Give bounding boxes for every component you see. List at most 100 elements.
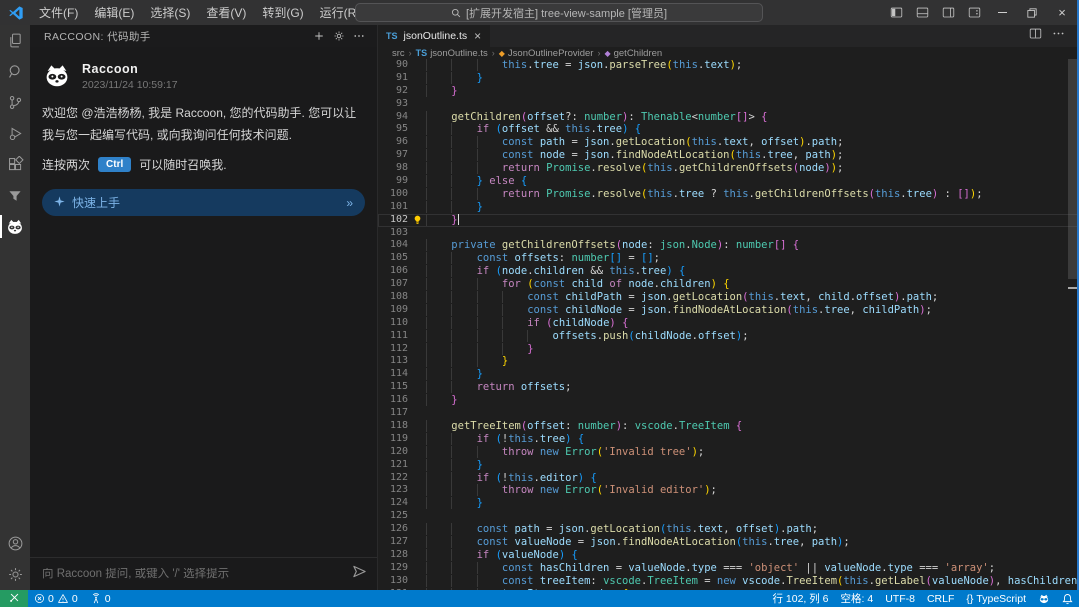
debug-icon [7,125,24,142]
code-line-102[interactable]: 102 } [378,214,1079,227]
code-line-120[interactable]: 120 throw new Error('Invalid tree'); [378,446,1079,459]
cursor-position[interactable]: 行 102, 列 6 [766,590,834,607]
accounts-button[interactable] [0,528,30,559]
sidebar-item-run-debug[interactable] [0,118,30,149]
code-line-108[interactable]: 108 const childPath = json.getLocation(t… [378,291,1079,304]
tab-close-icon[interactable]: × [473,30,482,42]
layout-panel-icon[interactable] [909,0,935,25]
code-line-107[interactable]: 107 for (const child of node.children) { [378,278,1079,291]
sidebar-item-raccoon[interactable] [0,211,30,242]
code-line-92[interactable]: 92 } [378,85,1079,98]
code-line-99[interactable]: 99 } else { [378,175,1079,188]
code-line-117[interactable]: 117 [378,407,1079,420]
code-line-116[interactable]: 116 } [378,394,1079,407]
code-line-126[interactable]: 126 const path = json.getLocation(this.t… [378,523,1079,536]
line-number: 93 [378,98,408,111]
code-line-110[interactable]: 110 if (childNode) { [378,317,1079,330]
remote-indicator[interactable] [0,590,28,607]
restore-icon[interactable] [1017,0,1047,25]
eol-sequence[interactable]: CRLF [921,590,960,607]
error-count: 0 [48,593,54,605]
layout-sidebar-right-icon[interactable] [935,0,961,25]
code-line-109[interactable]: 109 const childNode = json.findNodeAtLoc… [378,304,1079,317]
breadcrumb-src[interactable]: src [392,48,405,59]
errors-warnings[interactable]: 0 0 [28,590,84,607]
class-symbol-icon: ◆ [499,49,505,58]
code-line-95[interactable]: 95 if (offset && this.tree) { [378,123,1079,136]
title-bar: 文件(F)编辑(E)选择(S)查看(V)转到(G)运行(R)··· ← → [扩… [0,0,1079,25]
code-line-114[interactable]: 114 } [378,368,1079,381]
code-line-105[interactable]: 105 const offsets: number[] = []; [378,252,1079,265]
tower-status[interactable]: 0 [84,590,117,607]
menu-item-3[interactable]: 查看(V) [199,2,253,23]
raccoon-status[interactable] [1032,590,1056,607]
code-line-123[interactable]: 123 throw new Error('Invalid editor'); [378,484,1079,497]
breadcrumb-file[interactable]: TSjsonOutline.ts [416,48,488,59]
quick-start-button[interactable]: 快速上手 » [42,189,365,216]
layout-sidebar-left-icon[interactable] [883,0,909,25]
code-line-122[interactable]: 122 if (!this.editor) { [378,472,1079,485]
sidebar-item-funnel[interactable] [0,180,30,211]
code-line-90[interactable]: 90 this.tree = json.parseTree(this.text)… [378,59,1079,72]
sidebar-item-search[interactable] [0,56,30,87]
code-line-129[interactable]: 129 const hasChildren = valueNode.type =… [378,562,1079,575]
breadcrumb-separator: › [597,48,600,58]
line-number: 128 [378,549,408,562]
code-line-125[interactable]: 125 [378,510,1079,523]
language-mode[interactable]: {}TypeScript [960,590,1032,607]
close-icon[interactable]: × [1047,0,1077,25]
sidebar-item-source-control[interactable] [0,87,30,118]
notifications[interactable] [1056,590,1079,607]
code-line-96[interactable]: 96 const path = json.getLocation(this.te… [378,136,1079,149]
code-line-113[interactable]: 113 } [378,355,1079,368]
breadcrumb-class[interactable]: ◆JsonOutlineProvider [499,48,594,59]
minimize-icon[interactable] [987,0,1017,25]
dev-tools-icon [9,592,20,606]
code-editor[interactable]: 90 this.tree = json.parseTree(this.text)… [378,59,1079,590]
menu-item-2[interactable]: 选择(S) [143,2,197,23]
command-center-search[interactable]: [扩展开发宿主] tree-view-sample [管理员] [355,3,763,22]
code-line-119[interactable]: 119 if (!this.tree) { [378,433,1079,446]
code-line-124[interactable]: 124 } [378,497,1079,510]
code-line-121[interactable]: 121 } [378,459,1079,472]
code-line-106[interactable]: 106 if (node.children && this.tree) { [378,265,1079,278]
code-line-97[interactable]: 97 const node = json.findNodeAtLocation(… [378,149,1079,162]
breadcrumb-method[interactable]: ◆getChildren [604,48,662,59]
code-line-111[interactable]: 111 offsets.push(childNode.offset); [378,330,1079,343]
summon-hint: 连按两次 Ctrl 可以随时召唤我. [42,156,365,173]
menu-item-1[interactable]: 编辑(E) [87,2,141,23]
code-line-91[interactable]: 91 } [378,72,1079,85]
editor-more-actions-icon[interactable] [1052,27,1065,45]
code-line-112[interactable]: 112 } [378,343,1079,356]
code-line-94[interactable]: 94 getChildren(offset?: number): Thenabl… [378,111,1079,124]
code-line-93[interactable]: 93 [378,98,1079,111]
encoding[interactable]: UTF-8 [879,590,921,607]
sidebar-item-extensions[interactable] [0,149,30,180]
settings-button[interactable] [0,559,30,590]
ask-raccoon-input[interactable] [42,568,344,580]
menu-bar: 文件(F)编辑(E)选择(S)查看(V)转到(G)运行(R)··· [32,2,395,23]
send-icon[interactable] [352,564,367,584]
scrollbar-thumb[interactable] [1068,59,1077,279]
menu-item-0[interactable]: 文件(F) [32,2,85,23]
new-chat-icon[interactable] [309,26,329,46]
code-line-104[interactable]: 104 private getChildrenOffsets(node: jso… [378,239,1079,252]
menu-item-4[interactable]: 转到(G) [255,2,310,23]
code-line-115[interactable]: 115 return offsets; [378,381,1079,394]
code-line-118[interactable]: 118 getTreeItem(offset: number): vscode.… [378,420,1079,433]
code-line-98[interactable]: 98 return Promise.resolve(this.getChildr… [378,162,1079,175]
settings-gear-icon[interactable] [329,26,349,46]
layout-customize-icon[interactable] [961,0,987,25]
code-line-128[interactable]: 128 if (valueNode) { [378,549,1079,562]
sidebar-item-explorer[interactable] [0,25,30,56]
indentation[interactable]: 空格: 4 [835,590,880,607]
more-actions-icon[interactable] [349,26,369,46]
split-editor-icon[interactable] [1029,27,1042,45]
code-line-127[interactable]: 127 const valueNode = json.findNodeAtLoc… [378,536,1079,549]
code-line-103[interactable]: 103 [378,227,1079,240]
code-line-101[interactable]: 101 } [378,201,1079,214]
raccoon-panel: RACCOON: 代码助手 Raccoon 2023/11/24 10:59:1… [30,25,378,590]
tab-jsonoutline[interactable]: TS jsonOutline.ts × [378,25,491,47]
code-line-100[interactable]: 100 return Promise.resolve(this.tree ? t… [378,188,1079,201]
code-line-130[interactable]: 130 const treeItem: vscode.TreeItem = ne… [378,575,1079,588]
